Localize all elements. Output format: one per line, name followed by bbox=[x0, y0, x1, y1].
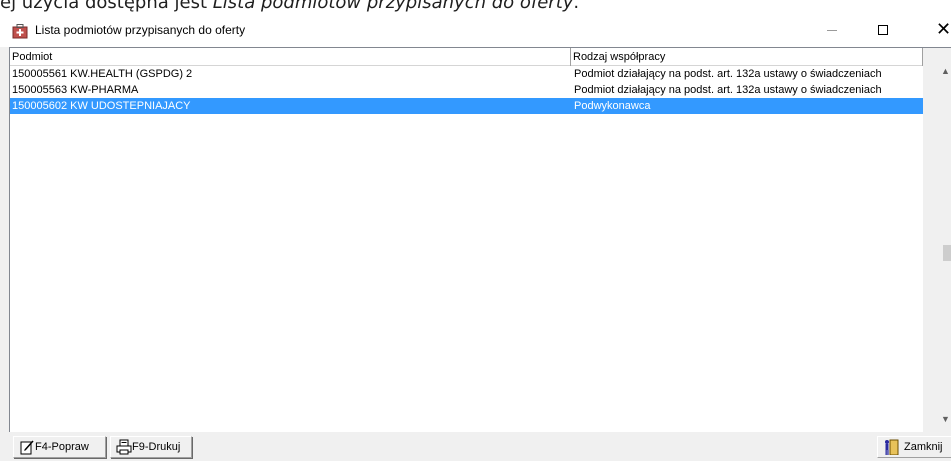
close-icon: ✕ bbox=[936, 19, 951, 39]
edit-button-label: F4-Popraw bbox=[35, 441, 89, 453]
minimize-icon bbox=[827, 30, 837, 31]
cell-rodzaj: Podwykonawca bbox=[574, 100, 651, 112]
dialog-window: Lista podmiotów przypisanych do oferty ✕… bbox=[0, 14, 951, 461]
column-header-rodzaj[interactable]: Rodzaj współpracy bbox=[571, 48, 923, 66]
cell-rodzaj: Podmiot działający na podst. art. 132a u… bbox=[574, 68, 882, 80]
table-row[interactable]: 150005561 KW.HEALTH (GSPDG) 2 Podmiot dz… bbox=[10, 66, 923, 82]
window-title: Lista podmiotów przypisanych do oferty bbox=[35, 23, 246, 37]
list-header: Podmiot Rodzaj współpracy bbox=[10, 48, 951, 66]
vertical-scrollbar[interactable]: ▲ ▼ bbox=[923, 48, 951, 432]
print-button[interactable]: F9-Drukuj bbox=[110, 436, 192, 458]
print-button-label: F9-Drukuj bbox=[132, 441, 181, 453]
title-bar[interactable]: Lista podmiotów przypisanych do oferty ✕ bbox=[0, 14, 951, 47]
cell-podmiot: 150005563 KW-PHARMA bbox=[12, 84, 139, 96]
caption-prefix: ej użycia dostępna jest bbox=[0, 0, 213, 13]
scroll-up-arrow-icon[interactable]: ▲ bbox=[941, 66, 950, 76]
button-bar: F4-Popraw F9-Drukuj Zamknij bbox=[0, 432, 951, 461]
table-row-selected[interactable]: 150005602 KW UDOSTEPNIAJACY Podwykonawca bbox=[10, 98, 923, 114]
close-window-button[interactable]: ✕ bbox=[910, 14, 951, 47]
edit-button[interactable]: F4-Popraw bbox=[13, 436, 106, 458]
maximize-icon bbox=[878, 25, 888, 35]
caption-emphasis: Lista podmiotów przypisanych do oferty bbox=[212, 0, 574, 13]
column-header-podmiot[interactable]: Podmiot bbox=[10, 48, 571, 66]
edit-document-icon bbox=[19, 439, 35, 455]
scroll-down-arrow-icon[interactable]: ▼ bbox=[941, 414, 950, 424]
close-button[interactable]: Zamknij bbox=[877, 436, 951, 458]
document-caption: ej użycia dostępna jest Lista podmiotów … bbox=[0, 0, 951, 15]
minimize-button[interactable] bbox=[810, 14, 856, 47]
table-row[interactable]: 150005563 KW-PHARMA Podmiot działający n… bbox=[10, 82, 923, 98]
scroll-thumb[interactable] bbox=[943, 245, 951, 261]
cell-rodzaj: Podmiot działający na podst. art. 132a u… bbox=[574, 84, 882, 96]
entities-list[interactable]: Podmiot Rodzaj współpracy 150005561 KW.H… bbox=[9, 47, 951, 432]
printer-icon bbox=[116, 439, 132, 455]
medical-case-icon bbox=[12, 23, 28, 39]
caption-suffix: . bbox=[573, 0, 580, 13]
close-button-label: Zamknij bbox=[904, 441, 943, 453]
maximize-button[interactable] bbox=[860, 14, 906, 47]
exit-door-icon bbox=[883, 439, 899, 456]
cell-podmiot: 150005602 KW UDOSTEPNIAJACY bbox=[12, 100, 191, 112]
cell-podmiot: 150005561 KW.HEALTH (GSPDG) 2 bbox=[12, 68, 193, 80]
